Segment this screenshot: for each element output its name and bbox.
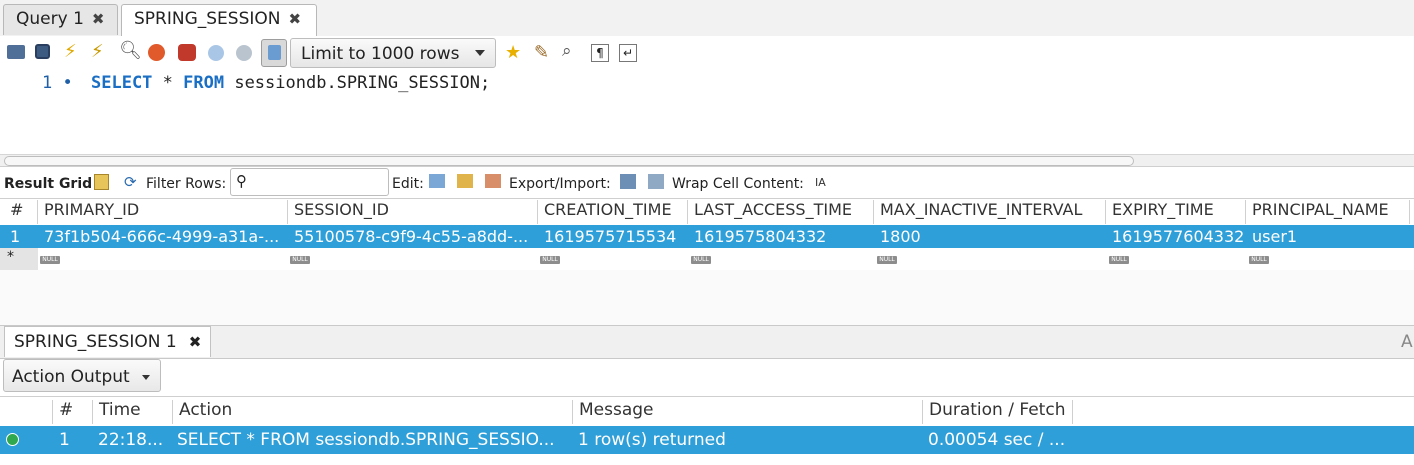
- result-tab-bar: [0, 325, 1414, 359]
- column-header[interactable]: [2, 400, 53, 424]
- limit-rows-value: Limit to 1000 rows: [301, 44, 460, 64]
- tab-label: SPRING_SESSION: [134, 9, 281, 29]
- explain-icon[interactable]: 🔍︎: [119, 40, 142, 61]
- output-cell[interactable]: 22:18...: [94, 430, 173, 450]
- export-import-label: Export/Import:: [509, 176, 611, 192]
- tab-query-1[interactable]: Query 1 ✖: [3, 4, 118, 35]
- null-badge[interactable]: NULL: [1109, 256, 1129, 264]
- column-header[interactable]: Action: [173, 400, 573, 424]
- table-cell[interactable]: 55100578-c9f9-4c55-a8dd-...: [288, 227, 538, 247]
- stop-icon[interactable]: [148, 44, 165, 61]
- sql-statement[interactable]: SELECT * FROM sessiondb.SPRING_SESSION;: [91, 73, 490, 93]
- tab-label: Query 1: [16, 9, 84, 29]
- sql-keyword: FROM: [183, 73, 225, 93]
- tab-spring-session-1[interactable]: SPRING_SESSION 1 ✖: [4, 326, 211, 357]
- tab-spring-session[interactable]: SPRING_SESSION ✖: [121, 4, 317, 37]
- table-cell[interactable]: 1619575715534: [538, 227, 688, 247]
- toggle-error-icon[interactable]: [178, 44, 196, 61]
- column-header[interactable]: MAX_INACTIVE_INTERVAL: [874, 200, 1106, 224]
- refresh-icon[interactable]: ⟳: [124, 173, 137, 191]
- result-toolbar: Result Grid ⟳ Filter Rows: Edit: Export/…: [0, 166, 1414, 199]
- column-header[interactable]: Time: [93, 400, 173, 424]
- close-icon[interactable]: ✖: [288, 10, 301, 28]
- open-folder-icon[interactable]: [7, 45, 25, 59]
- table-cell[interactable]: 73f1b504-666c-4999-a31a-...: [38, 227, 288, 247]
- column-header[interactable]: CREATION_TIME: [538, 200, 688, 224]
- wrap-cell-label: Wrap Cell Content:: [672, 176, 804, 192]
- output-type-value: Action Output: [12, 367, 130, 387]
- column-header[interactable]: PRINCIPAL_NAME: [1246, 200, 1410, 224]
- result-grid-label[interactable]: Result Grid: [4, 176, 92, 192]
- bookmark-icon[interactable]: ★: [505, 42, 521, 63]
- output-type-select[interactable]: Action Output: [3, 359, 161, 392]
- null-badge[interactable]: NULL: [40, 256, 60, 264]
- null-badge[interactable]: NULL: [691, 256, 711, 264]
- null-badge[interactable]: NULL: [540, 256, 560, 264]
- commit-icon[interactable]: [208, 45, 224, 61]
- save-icon[interactable]: [35, 44, 50, 59]
- null-badge[interactable]: NULL: [1249, 256, 1269, 264]
- new-row-marker: *: [7, 249, 14, 265]
- column-header[interactable]: #: [4, 200, 38, 224]
- scrollbar-thumb[interactable]: [4, 156, 1134, 166]
- close-icon[interactable]: ✖: [189, 333, 202, 351]
- chevron-down-icon: [475, 50, 485, 56]
- limit-rows-select[interactable]: Limit to 1000 rows: [290, 38, 496, 68]
- success-icon: [6, 433, 19, 446]
- output-cell[interactable]: 0.00054 sec / ...: [924, 430, 1073, 450]
- column-header[interactable]: PRIMARY_ID: [38, 200, 288, 224]
- find-icon[interactable]: ⌕: [562, 41, 572, 61]
- execute-current-icon[interactable]: ⚡: [91, 41, 104, 62]
- edit-cell-icon[interactable]: [429, 174, 445, 188]
- output-cell[interactable]: 1: [55, 430, 93, 450]
- rollback-icon[interactable]: [236, 45, 252, 61]
- table-cell[interactable]: 1: [4, 227, 38, 247]
- import-icon[interactable]: [648, 174, 664, 189]
- table-cell[interactable]: 1619575804332: [688, 227, 874, 247]
- close-icon[interactable]: ✖: [92, 10, 105, 28]
- table-cell[interactable]: 1800: [874, 227, 1106, 247]
- export-icon[interactable]: [620, 174, 636, 189]
- column-header[interactable]: LAST_ACCESS_TIME: [688, 200, 874, 224]
- wrap-cell-icon[interactable]: IA: [815, 176, 826, 189]
- result-grid-body: [0, 270, 1414, 325]
- column-header[interactable]: #: [53, 400, 93, 424]
- output-cell[interactable]: SELECT * FROM sessiondb.SPRING_SESSIO...: [173, 430, 573, 450]
- wrap-icon[interactable]: ↵: [619, 44, 637, 62]
- line-number: 1 •: [42, 73, 73, 93]
- grid-icon[interactable]: [94, 174, 109, 190]
- right-edge-label: A: [1401, 332, 1413, 352]
- autocommit-glyph: [268, 45, 281, 60]
- column-header[interactable]: Message: [573, 400, 923, 424]
- edit-label: Edit:: [392, 176, 424, 192]
- sql-keyword: SELECT: [91, 73, 153, 93]
- filter-rows-label: Filter Rows:: [146, 176, 227, 192]
- column-header[interactable]: EXPIRY_TIME: [1106, 200, 1246, 224]
- null-badge[interactable]: NULL: [290, 256, 310, 264]
- add-row-icon[interactable]: [457, 174, 473, 188]
- row-header: [0, 248, 38, 270]
- column-header[interactable]: Duration / Fetch: [923, 400, 1073, 424]
- beautify-icon[interactable]: ✎: [534, 42, 549, 63]
- chevron-down-icon: [142, 375, 150, 380]
- sql-text: *: [152, 73, 184, 93]
- filter-rows-input[interactable]: ⚲: [230, 168, 389, 196]
- column-header[interactable]: SESSION_ID: [288, 200, 538, 224]
- invisible-chars-icon[interactable]: ¶: [591, 44, 609, 62]
- output-cell[interactable]: 1 row(s) returned: [574, 430, 923, 450]
- table-cell[interactable]: 1619577604332: [1106, 227, 1246, 247]
- sql-text: sessiondb.SPRING_SESSION;: [224, 73, 491, 93]
- search-icon: ⚲: [236, 172, 247, 190]
- null-badge[interactable]: NULL: [877, 256, 897, 264]
- table-cell[interactable]: user1: [1246, 227, 1410, 247]
- delete-row-icon[interactable]: [485, 174, 501, 188]
- tab-label: SPRING_SESSION 1: [14, 332, 177, 352]
- execute-icon[interactable]: ⚡: [64, 41, 77, 62]
